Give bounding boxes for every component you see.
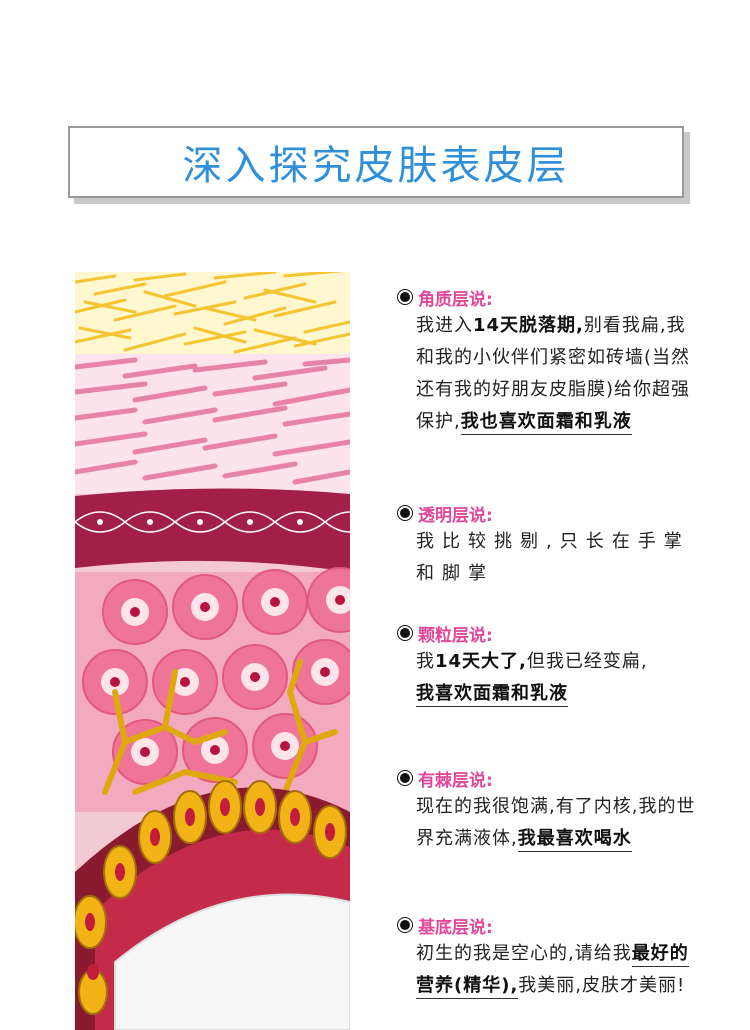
text: 我比较挑剔,只长在手掌和脚掌 — [416, 531, 690, 584]
section-text: 我比较挑剔,只长在手掌和脚掌 — [398, 526, 698, 590]
section-text: 我进入14天脱落期,别看我扁,我和我的小伙伴们紧密如砖墙(当然还有我的好朋友皮脂… — [398, 310, 698, 438]
bullet-icon — [398, 626, 412, 640]
emphasis-text: 我最喜欢喝水 — [517, 828, 632, 852]
emphasis-text: 我喜欢面霜和乳液 — [416, 683, 568, 707]
text: 但我已经变扁, — [526, 651, 648, 672]
bullet-icon — [398, 771, 412, 785]
text: 初生的我是空心的,请给我 — [416, 943, 632, 964]
text: 我进入 — [416, 315, 473, 336]
bullet-icon — [398, 290, 412, 304]
section-heading: 有棘层说: — [418, 770, 493, 791]
section-stratum-granulosum: 颗粒层说: 我14天大了,但我已经变扁, 我喜欢面霜和乳液 — [398, 620, 698, 710]
section-heading: 透明层说: — [418, 505, 493, 526]
section-stratum-spinosum: 有棘层说: 现在的我很饱满,有了内核,我的世界充满液体,我最喜欢喝水 — [398, 765, 698, 855]
section-text: 现在的我很饱满,有了内核,我的世界充满液体,我最喜欢喝水 — [398, 791, 698, 855]
section-heading: 基底层说: — [418, 917, 493, 938]
text: 我美丽,皮肤才美丽! — [518, 975, 686, 996]
section-heading: 颗粒层说: — [418, 625, 493, 646]
section-stratum-corneum: 角质层说: 我进入14天脱落期,别看我扁,我和我的小伙伴们紧密如砖墙(当然还有我… — [398, 284, 698, 438]
section-text: 初生的我是空心的,请给我最好的营养(精华),我美丽,皮肤才美丽! — [398, 938, 698, 1002]
skin-layers-illustration — [75, 272, 350, 1030]
text: 我 — [416, 651, 435, 672]
title-banner: 深入探究皮肤表皮层 — [68, 126, 684, 198]
bullet-icon — [398, 506, 412, 520]
section-stratum-lucidum: 透明层说: 我比较挑剔,只长在手掌和脚掌 — [398, 500, 698, 590]
emphasis-text: 14天大了, — [435, 651, 527, 672]
section-heading: 角质层说: — [418, 289, 493, 310]
section-text: 我14天大了,但我已经变扁, 我喜欢面霜和乳液 — [398, 646, 698, 710]
bullet-icon — [398, 918, 412, 932]
section-stratum-basale: 基底层说: 初生的我是空心的,请给我最好的营养(精华),我美丽,皮肤才美丽! — [398, 912, 698, 1002]
emphasis-text: 14天脱落期, — [473, 315, 584, 336]
page-title: 深入探究皮肤表皮层 — [182, 143, 570, 189]
emphasis-text: 我也喜欢面霜和乳液 — [460, 411, 632, 435]
